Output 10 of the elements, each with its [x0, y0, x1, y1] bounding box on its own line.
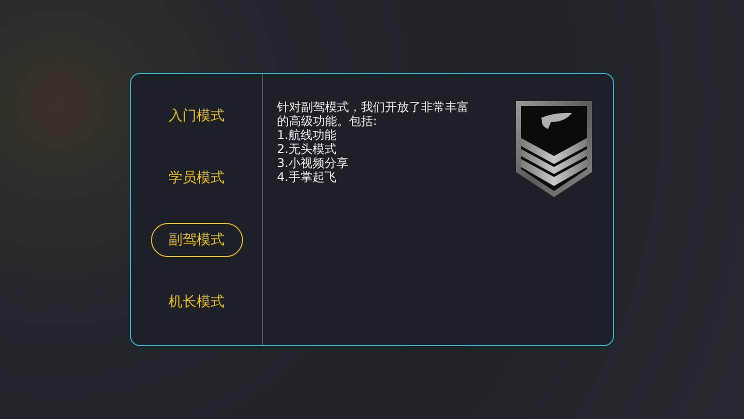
feature-item: 1.航线功能	[277, 128, 338, 142]
feature-item: 3.小视频分享	[277, 156, 350, 170]
description-text: 针对副驾模式，我们开放了非常丰富的高级功能。包括:	[277, 100, 470, 128]
feature-item: 4.手掌起飞	[277, 170, 338, 184]
mode-tab[interactable]: 机长模式	[150, 285, 242, 320]
rank-badge-icon	[515, 100, 593, 198]
mode-tab[interactable]: 副驾模式	[150, 223, 242, 258]
mode-tab[interactable]: 入门模式	[150, 100, 242, 134]
feature-item: 2.无头模式	[277, 142, 338, 156]
mode-tab[interactable]: 学员模式	[150, 162, 242, 196]
